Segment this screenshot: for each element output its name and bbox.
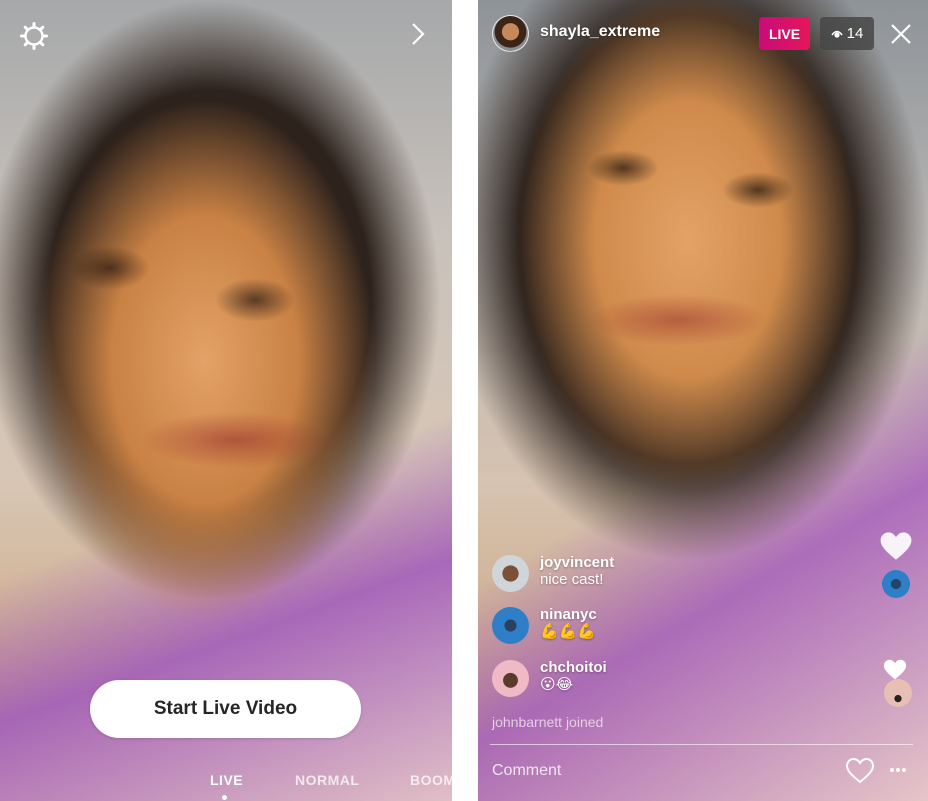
eye-icon	[831, 30, 843, 38]
comment-item: ninanyc 💪💪💪	[492, 606, 597, 644]
pre-live-screen: Start Live Video LIVE NORMAL BOOM	[0, 0, 452, 801]
more-options-button[interactable]	[886, 760, 910, 780]
comment-input[interactable]	[490, 756, 814, 786]
comment-message: nice cast!	[540, 571, 604, 588]
selected-mode-indicator	[222, 795, 227, 800]
comment-username[interactable]: joyvincent	[540, 554, 614, 571]
close-button[interactable]	[886, 18, 916, 50]
live-badge: LIVE	[759, 17, 810, 50]
viewer-count: 14	[846, 25, 864, 42]
mode-tab-boomerang[interactable]: BOOM	[410, 772, 452, 788]
heart-icon	[845, 757, 875, 783]
comment-item: chchoitoi 😮😂	[492, 659, 607, 697]
floating-reaction-avatar	[882, 570, 910, 598]
host-username[interactable]: shayla_extreme	[540, 23, 660, 41]
commenter-avatar[interactable]	[492, 555, 529, 592]
commenter-avatar[interactable]	[492, 660, 529, 697]
live-broadcast-screen: shayla_extreme LIVE 14 joyvincent nice c…	[478, 0, 928, 801]
start-live-video-button[interactable]: Start Live Video	[90, 680, 361, 738]
comment-username[interactable]: chchoitoi	[540, 659, 607, 676]
mode-tab-live[interactable]: LIVE	[210, 772, 243, 788]
settings-button[interactable]	[16, 18, 52, 54]
comment-message: 😮😂	[540, 676, 574, 693]
comment-username[interactable]: ninanyc	[540, 606, 597, 623]
mode-tab-normal[interactable]: NORMAL	[295, 772, 359, 788]
divider	[490, 744, 913, 745]
close-icon	[891, 24, 911, 44]
comment-message: 💪💪💪	[540, 623, 597, 640]
commenter-avatar[interactable]	[492, 607, 529, 644]
comment-item: joyvincent nice cast!	[492, 554, 614, 592]
floating-reaction-avatar	[884, 679, 912, 707]
chevron-right-icon	[412, 23, 425, 45]
floating-heart-icon	[883, 659, 907, 680]
join-notice: johnbarnett joined	[492, 714, 604, 730]
viewer-count-button[interactable]: 14	[820, 17, 874, 50]
next-button[interactable]	[404, 18, 432, 50]
like-button[interactable]	[844, 755, 876, 785]
floating-heart-icon	[880, 532, 912, 560]
more-icon	[890, 768, 906, 772]
host-avatar[interactable]	[492, 15, 529, 52]
gear-icon	[20, 22, 48, 50]
